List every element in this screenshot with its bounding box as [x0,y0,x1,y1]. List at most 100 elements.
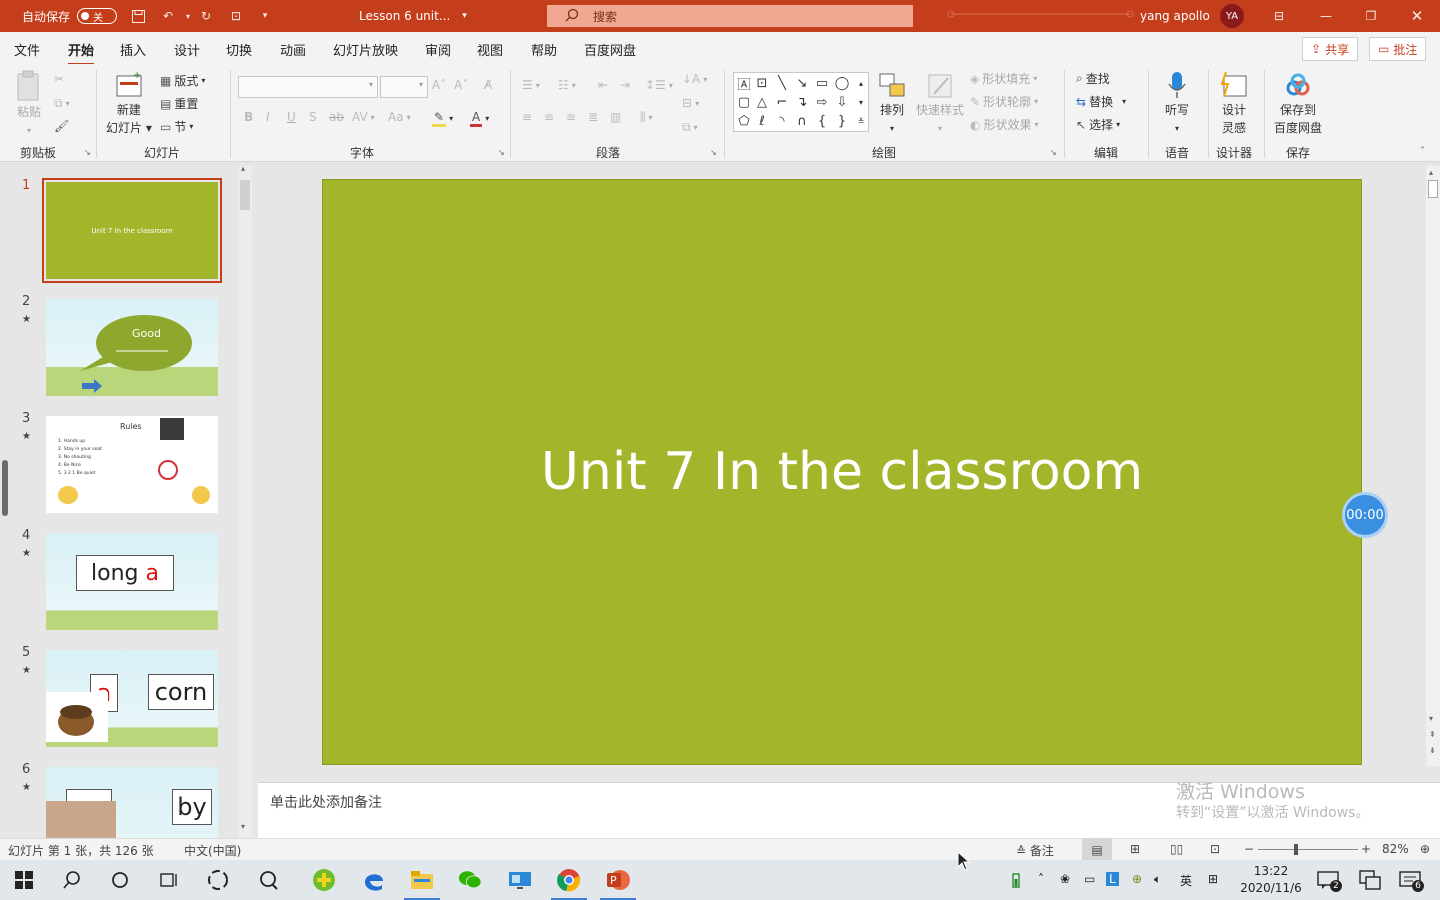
slide-sorter-icon[interactable]: ⊞ [1130,842,1140,856]
justify-button[interactable]: ≣ [588,110,598,124]
new-slide-button[interactable]: + 新建 幻灯片 ▾ [106,70,152,136]
close-icon[interactable]: ✕ [1409,0,1425,32]
wechat-icon[interactable] [458,868,482,892]
line-shape-icon[interactable]: ╲ [774,75,790,91]
paste-button[interactable]: 粘贴 ▾ [14,70,44,138]
slide-thumbnail-3[interactable]: Rules 1. Hands up 2. Stay in your seat 3… [46,416,218,513]
tray-app-icon[interactable]: ❀ [1060,872,1070,886]
font-color-button[interactable]: A ▾ [470,110,489,127]
select-button[interactable]: ↖ 选择 ▾ [1076,116,1120,133]
dialog-launcher-icon[interactable]: ↘ [1050,148,1057,157]
remote-desktop-icon[interactable] [508,868,532,892]
user-avatar[interactable]: YA [1220,0,1244,32]
slide-thumbnail-2[interactable]: Good [46,299,218,396]
tab-home[interactable]: 开始 [68,40,95,66]
strikethrough-button[interactable]: ab [329,110,344,124]
pane-resize-handle[interactable] [2,460,8,516]
scroll-thumb[interactable] [1428,180,1438,198]
vertical-textbox-shape-icon[interactable]: ⊡ [754,75,770,91]
arc-shape-icon[interactable]: ◝ [774,113,790,129]
arrange-button[interactable]: 排列 ▾ [878,72,906,136]
scroll-down-icon[interactable]: ▾ [241,822,245,831]
elbow-connector-shape-icon[interactable]: ⌐ [774,94,790,110]
quick-styles-button[interactable]: 快速样式 ▾ [916,72,964,136]
slide-thumbnail-1[interactable]: Unit 7 In the classroom [42,178,222,283]
windows-start-icon[interactable] [12,868,36,892]
textbox-shape-icon[interactable]: 🄰 [736,75,752,93]
share-button[interactable]: ⇪ 共享 [1302,37,1359,61]
thumbnail-scrollbar[interactable]: ▴ ▾ [238,164,252,838]
freeform-shape-icon[interactable]: ⬠ [736,113,752,129]
shape-effects-button[interactable]: ◐ 形状效果 ▾ [970,116,1039,133]
increase-indent-button[interactable]: ⇥ [620,78,630,92]
zoom-slider-thumb[interactable] [1294,844,1298,855]
tab-design[interactable]: 设计 [174,40,200,59]
notes-toggle[interactable]: ≙ 备注 [1016,842,1054,859]
elbow-arrow-shape-icon[interactable]: ↴ [794,94,810,110]
highlight-button[interactable]: ✎ ▾ [432,110,453,127]
battery-icon[interactable] [1004,868,1028,892]
shadow-button[interactable]: S [309,110,317,124]
search-box[interactable]: 搜索 [547,5,913,27]
left-brace-shape-icon[interactable]: { [814,113,830,129]
next-slide-icon[interactable]: ⇟ [1429,746,1436,755]
char-spacing-button[interactable]: AV ▾ [352,110,375,124]
zoom-in-icon[interactable]: + [1361,842,1371,856]
down-arrow-shape-icon[interactable]: ⇩ [834,94,850,110]
italic-button[interactable]: I [266,110,270,124]
shape-fill-button[interactable]: ◈ 形状填充 ▾ [970,70,1037,87]
clear-formatting-button[interactable]: A̸ [484,78,492,92]
present-icon[interactable]: ⊡ [228,0,244,32]
timer-widget[interactable]: 00:00 [1342,492,1388,538]
user-name[interactable]: yang apollo [1140,0,1210,32]
magnifier-app-icon[interactable] [256,868,280,892]
save-icon[interactable] [130,0,146,32]
reset-button[interactable]: ▤ 重置 [160,95,198,112]
right-brace-shape-icon[interactable]: } [834,113,850,129]
tab-file[interactable]: 文件 [14,40,40,59]
scroll-thumb[interactable] [240,180,250,210]
notes-placeholder[interactable]: 单击此处添加备注 [270,792,382,812]
cut-button[interactable]: ✂ [54,72,64,86]
tab-baidu-netdisk[interactable]: 百度网盘 [584,40,636,59]
edge-browser-icon[interactable] [362,868,386,892]
right-arrow-shape-icon[interactable]: ⇨ [814,94,830,110]
chrome-browser-icon[interactable] [551,868,587,900]
oval-shape-icon[interactable]: ◯ [834,75,850,91]
ime-grid-icon[interactable]: ⊞ [1208,872,1218,886]
design-ideas-button[interactable]: 设计 灵感 [1218,70,1250,136]
tab-transitions[interactable]: 切换 [226,40,252,59]
change-case-button[interactable]: Aa ▾ [388,110,411,124]
shape-outline-button[interactable]: ✎ 形状轮廓 ▾ [970,93,1038,110]
previous-slide-icon[interactable]: ⇞ [1429,730,1436,739]
text-direction-button[interactable]: ↓A ▾ [682,72,707,86]
minimize-icon[interactable]: — [1318,0,1334,32]
volume-icon[interactable]: 🔈︎ [1154,872,1161,887]
save-to-baidu-button[interactable]: 保存到 百度网盘 [1274,70,1322,136]
gallery-more-icon[interactable]: ≚ [853,113,869,129]
scroll-down-icon[interactable]: ▾ [1429,714,1433,723]
arrow-line-shape-icon[interactable]: ↘ [794,75,810,91]
gallery-scroll-up-icon[interactable]: ▴ [853,75,869,91]
powerpoint-icon[interactable]: P [600,868,636,900]
grow-font-button[interactable]: A˄ [432,78,446,92]
file-explorer-icon[interactable] [404,868,440,900]
action-center-icon[interactable]: 6 [1398,868,1424,892]
dictate-button[interactable]: 听写 ▾ [1165,70,1189,136]
zoom-out-icon[interactable]: − [1244,842,1254,856]
align-text-button[interactable]: ⊟ ▾ [682,96,699,110]
zoom-slider[interactable] [1258,844,1358,855]
line-spacing-button[interactable]: ↕☰ ▾ [645,78,673,92]
pinwheel-app-icon[interactable] [206,868,230,892]
decrease-indent-button[interactable]: ⇤ [598,78,608,92]
font-size-box[interactable]: ▾ [380,76,428,98]
cortana-icon[interactable] [108,868,132,892]
current-slide[interactable]: Unit 7 In the classroom [322,179,1362,765]
tab-insert[interactable]: 插入 [120,40,146,59]
shapes-gallery[interactable]: 🄰 ⊡ ╲ ↘ ▭ ◯ ▢ △ ⌐ ↴ ⇨ ⇩ ⬠ ℓ ◝ ∩ { } ▴ ▾ … [733,72,869,132]
slide-thumbnail-5[interactable]: a corn [46,650,218,747]
language-indicator[interactable]: 中文(中国) [184,842,241,859]
notes-pane[interactable]: 单击此处添加备注 激活 Windows 转到“设置”以激活 Windows。 [258,781,1440,838]
numbering-button[interactable]: ☷ ▾ [558,78,576,92]
search-icon[interactable] [60,868,84,892]
